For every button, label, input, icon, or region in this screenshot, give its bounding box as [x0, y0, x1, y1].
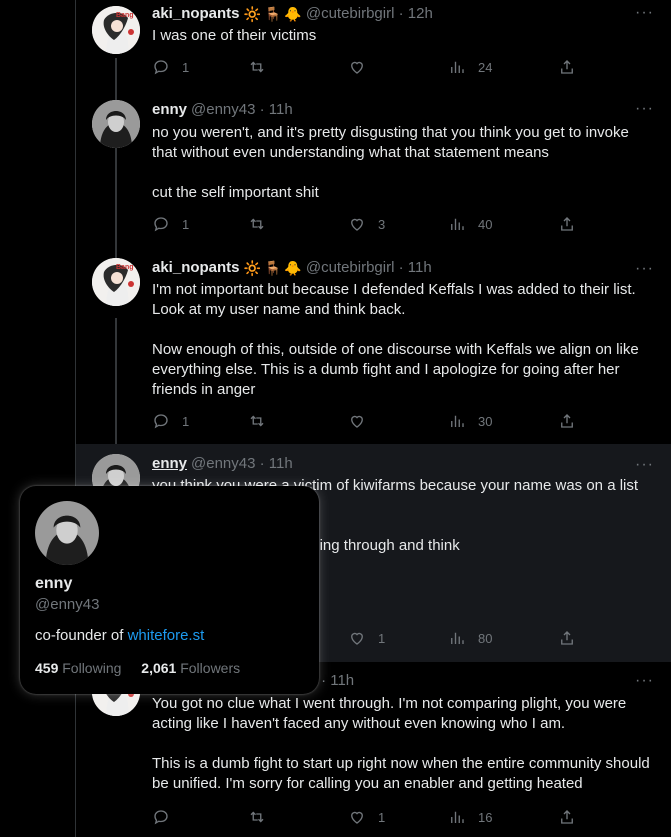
- more-icon[interactable]: ···: [635, 101, 654, 117]
- views-button[interactable]: 24: [448, 58, 492, 76]
- display-name[interactable]: aki_nopants: [152, 258, 240, 278]
- tweet[interactable]: Bang aki_nopants 🔆 🪑 🐥 @cutebirbgirl · 12h…: [76, 0, 671, 92]
- display-name[interactable]: enny: [152, 100, 187, 120]
- share-icon: [561, 414, 573, 428]
- share-icon: [561, 631, 573, 645]
- hovercard-avatar[interactable]: [35, 501, 99, 565]
- tweet-actions: 1 3 40: [152, 215, 582, 235]
- share-button[interactable]: [558, 412, 576, 430]
- reply-icon: [154, 60, 168, 75]
- tweet-actions: 1 16: [152, 808, 582, 828]
- reply-button[interactable]: 1: [152, 412, 189, 430]
- retweet-button[interactable]: [248, 58, 278, 76]
- like-button[interactable]: [348, 412, 378, 430]
- tweet-header: aki_nopants 🔆 🪑 🐥 @cutebirbgirl · 12h: [152, 4, 656, 24]
- more-icon[interactable]: ···: [635, 5, 654, 21]
- tweet-header: aki_nopants 🔆 🪑 🐥 @cutebirbgirl · 11h: [152, 258, 656, 278]
- retweet-icon: [250, 61, 264, 73]
- timeline: Bang aki_nopants 🔆 🪑 🐥 @cutebirbgirl · 12h…: [75, 0, 671, 837]
- retweet-icon: [250, 415, 264, 427]
- bio-link[interactable]: whitefore.st: [128, 627, 205, 644]
- reply-icon: [154, 217, 168, 232]
- like-button[interactable]: 1: [348, 808, 385, 826]
- views-icon: [451, 415, 464, 427]
- share-icon: [561, 810, 573, 824]
- svg-text:Bang: Bang: [116, 12, 134, 19]
- like-icon: [351, 218, 363, 231]
- like-icon: [351, 61, 363, 74]
- share-button[interactable]: [558, 629, 576, 647]
- views-button[interactable]: 16: [448, 808, 492, 826]
- views-icon: [451, 811, 464, 823]
- reply-button[interactable]: [152, 808, 182, 826]
- like-button[interactable]: [348, 58, 378, 76]
- like-icon: [351, 632, 363, 645]
- display-name[interactable]: enny: [152, 454, 187, 474]
- share-button[interactable]: [558, 808, 576, 826]
- views-button[interactable]: 40: [448, 215, 492, 233]
- hovercard-handle[interactable]: @enny43: [35, 595, 99, 615]
- share-icon: [561, 217, 573, 231]
- following-stat[interactable]: 459 Following: [35, 660, 121, 676]
- handle-and-time[interactable]: @enny43 · 11h: [191, 100, 293, 120]
- avatar[interactable]: [92, 100, 140, 148]
- name-emojis: 🔆 🪑 🐥: [243, 260, 302, 276]
- followers-stat[interactable]: 2,061 Followers: [141, 660, 240, 676]
- tweet-text: I'm not important but because I defended…: [152, 281, 639, 398]
- retweet-button[interactable]: [248, 215, 278, 233]
- like-button[interactable]: 1: [348, 629, 385, 647]
- display-name[interactable]: aki_nopants: [152, 4, 240, 24]
- tweet[interactable]: Bang aki_nopants 🔆 🪑 🐥 @cutebirbgirl · 11h…: [76, 252, 671, 444]
- handle-and-time[interactable]: @cutebirbgirl · 12h: [306, 4, 433, 24]
- svg-text:Bang: Bang: [116, 264, 134, 271]
- retweet-button[interactable]: [248, 808, 278, 826]
- share-icon: [561, 60, 573, 74]
- tweet-actions: 1 24: [152, 58, 582, 78]
- hovercard-bio: co-founder of whitefore.st: [35, 627, 205, 644]
- handle-and-time[interactable]: @cutebirbgirl · 11h: [306, 258, 432, 278]
- share-button[interactable]: [558, 215, 576, 233]
- handle-and-time[interactable]: @enny43 · 11h: [191, 454, 293, 474]
- like-icon: [351, 811, 363, 824]
- retweet-icon: [250, 218, 264, 230]
- tweet-text: I was one of their victims: [152, 27, 317, 44]
- reply-button[interactable]: 1: [152, 215, 189, 233]
- reply-icon: [154, 810, 168, 825]
- tweet-text: no you weren't, and it's pretty disgusti…: [152, 124, 629, 201]
- avatar[interactable]: Bang: [92, 6, 140, 54]
- views-button[interactable]: 30: [448, 412, 492, 430]
- hovercard-name[interactable]: enny: [35, 574, 72, 594]
- share-button[interactable]: [558, 58, 576, 76]
- more-icon[interactable]: ···: [635, 457, 654, 473]
- more-icon[interactable]: ···: [635, 261, 654, 277]
- views-button[interactable]: 80: [448, 629, 492, 647]
- name-emojis: 🔆 🪑 🐥: [243, 6, 302, 22]
- profile-hovercard[interactable]: enny @enny43 co-founder of whitefore.st …: [20, 486, 319, 694]
- views-icon: [451, 218, 464, 230]
- views-icon: [451, 61, 464, 73]
- reply-button[interactable]: 1: [152, 58, 189, 76]
- tweet[interactable]: enny @enny43 · 11h ··· no you weren't, a…: [76, 92, 671, 252]
- tweet-header: enny @enny43 · 11h: [152, 454, 656, 474]
- views-icon: [451, 632, 464, 644]
- retweet-button[interactable]: [248, 412, 278, 430]
- tweet-header: enny @enny43 · 11h: [152, 100, 656, 120]
- like-icon: [351, 415, 363, 428]
- hovercard-stats: 459 Following 2,061 Followers: [35, 658, 240, 678]
- reply-icon: [154, 414, 168, 429]
- retweet-icon: [250, 811, 264, 823]
- more-icon[interactable]: ···: [635, 673, 654, 689]
- like-button[interactable]: 3: [348, 215, 385, 233]
- tweet-text: You got no clue what I went through. I'm…: [152, 695, 650, 792]
- tweet-actions: 1 30: [152, 412, 582, 432]
- avatar[interactable]: Bang: [92, 258, 140, 306]
